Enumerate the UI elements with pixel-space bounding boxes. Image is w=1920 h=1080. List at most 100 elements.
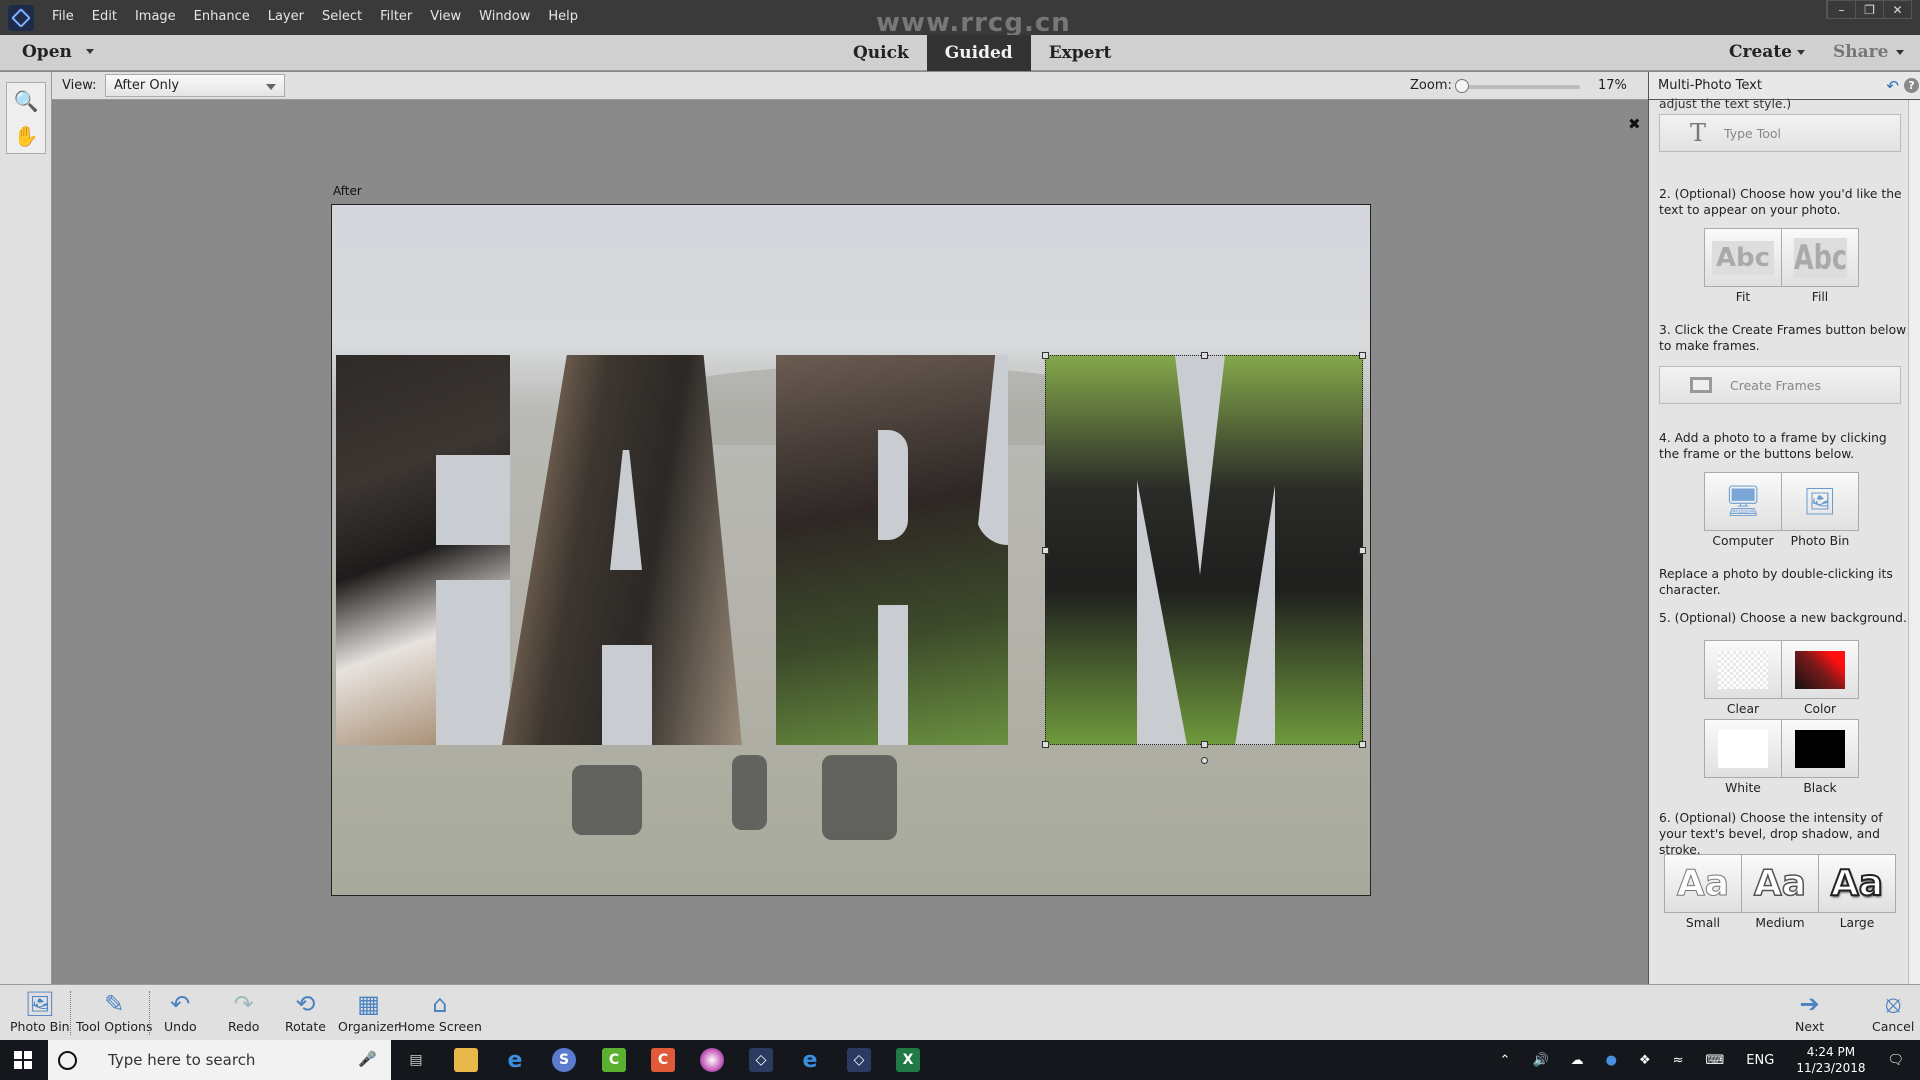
menu-filter[interactable]: Filter [380, 9, 412, 24]
photo-bin-toggle[interactable]: 🖼 Photo Bin [10, 989, 70, 1034]
menu-image[interactable]: Image [135, 9, 176, 24]
menu-edit[interactable]: Edit [92, 9, 117, 24]
transform-handle[interactable] [1359, 741, 1366, 748]
open-dropdown-icon[interactable] [86, 49, 94, 54]
language-indicator[interactable]: ENG [1746, 1053, 1774, 1068]
cancel-button[interactable]: ⦻ Cancel [1872, 989, 1914, 1034]
volume-icon[interactable]: 🔊 [1532, 1053, 1548, 1068]
rotate-button[interactable]: ⟲ Rotate [285, 989, 326, 1034]
tool-options-toggle[interactable]: ✎ Tool Options [76, 989, 152, 1034]
show-hidden-icons[interactable]: ⌃ [1500, 1053, 1511, 1068]
onedrive-icon[interactable]: ☁ [1571, 1053, 1584, 1068]
camtasia-green-icon[interactable]: C [602, 1048, 626, 1072]
letter-f-frame[interactable] [336, 355, 510, 745]
windows-start-icon[interactable] [14, 1051, 32, 1069]
menu-window[interactable]: Window [479, 9, 530, 24]
snagit-icon[interactable]: C [651, 1048, 675, 1072]
menu-enhance[interactable]: Enhance [194, 9, 250, 24]
menu-layer[interactable]: Layer [268, 9, 304, 24]
view-select[interactable]: After Only [105, 74, 285, 97]
edge-icon[interactable]: e [798, 1048, 822, 1073]
menu-file[interactable]: File [52, 9, 74, 24]
sync-icon[interactable]: ● [1606, 1053, 1617, 1068]
letter-r-frame[interactable] [776, 355, 1008, 745]
fit-button[interactable]: Abc [1704, 228, 1782, 287]
clock[interactable]: 4:24 PM 11/23/2018 [1796, 1044, 1865, 1076]
selection-bounding-box[interactable] [1042, 352, 1366, 764]
microphone-icon[interactable]: 🎤 [358, 1050, 377, 1068]
share-dropdown-icon[interactable] [1896, 50, 1904, 55]
bg-color-button[interactable] [1781, 640, 1859, 699]
fx-small-button[interactable]: Aa [1664, 854, 1742, 913]
fx-small-label: Small [1685, 916, 1721, 930]
next-button[interactable]: ➔ Next [1795, 989, 1824, 1034]
share-button[interactable]: Share [1833, 42, 1888, 62]
zoom-slider-track[interactable] [1457, 85, 1580, 89]
action-center-icon[interactable]: 🗨 [1887, 1053, 1904, 1068]
cow [822, 755, 897, 840]
app-icon[interactable] [700, 1048, 724, 1072]
bg-black-button[interactable] [1781, 719, 1859, 778]
tab-expert[interactable]: Expert [1031, 35, 1130, 71]
app-icon[interactable]: S [552, 1048, 576, 1072]
type-tool-button[interactable]: T Type Tool [1659, 114, 1901, 152]
help-icon[interactable]: ? [1904, 78, 1919, 93]
wifi-icon[interactable]: ≈ [1673, 1053, 1684, 1068]
zoom-slider-thumb[interactable] [1455, 79, 1469, 93]
reset-icon[interactable]: ↶ [1886, 77, 1899, 95]
fit-label: Fit [1735, 290, 1751, 304]
close-preview-icon[interactable]: ✖ [1628, 115, 1641, 133]
internet-explorer-icon[interactable]: e [503, 1048, 527, 1073]
home-screen-button[interactable]: ⌂ Home Screen [398, 989, 482, 1034]
open-button[interactable]: Open [22, 42, 72, 62]
create-frames-button[interactable]: Create Frames [1659, 366, 1901, 404]
tab-guided[interactable]: Guided [926, 35, 1031, 71]
menu-select[interactable]: Select [322, 9, 362, 24]
transform-handle[interactable] [1201, 741, 1208, 748]
fx-medium-button[interactable]: Aa [1741, 854, 1819, 913]
transform-handle[interactable] [1042, 741, 1049, 748]
letter-a-frame[interactable] [502, 355, 742, 745]
redo-button[interactable]: ↷ Redo [228, 989, 259, 1034]
transform-handle[interactable] [1042, 352, 1049, 359]
letter-r-gap [878, 430, 908, 540]
restore-button[interactable]: ❐ [1855, 1, 1883, 19]
transform-handle[interactable] [1359, 352, 1366, 359]
transform-handle[interactable] [1201, 352, 1208, 359]
photoshop-elements-editor-icon[interactable]: ◇ [847, 1048, 871, 1072]
minimize-button[interactable]: – [1827, 1, 1855, 19]
toolbox: 🔍 ✋ [0, 72, 52, 984]
photo-canvas[interactable] [331, 204, 1371, 896]
taskbar-search[interactable]: Type here to search 🎤 [48, 1040, 391, 1080]
create-button[interactable]: Create [1729, 42, 1792, 62]
system-tray: ⌃ 🔊 ☁ ● ❖ ≈ ⌨ ENG 4:24 PM 11/23/2018 🗨 [1500, 1040, 1920, 1080]
file-explorer-icon[interactable] [454, 1048, 478, 1072]
hand-tool-icon[interactable]: ✋ [7, 118, 45, 153]
fx-large-button[interactable]: Aa [1818, 854, 1896, 913]
photo-bin-icon: 🖼 [1803, 486, 1837, 517]
create-dropdown-icon[interactable] [1797, 50, 1805, 55]
transform-handle[interactable] [1042, 547, 1049, 554]
menu-view[interactable]: View [430, 9, 461, 24]
bg-clear-button[interactable] [1704, 640, 1782, 699]
close-window-button[interactable]: ✕ [1883, 1, 1911, 19]
task-view-icon[interactable]: ▤ [404, 1048, 428, 1072]
fill-button[interactable]: Abc [1781, 228, 1859, 287]
photoshop-elements-organizer-icon[interactable]: ◇ [749, 1048, 773, 1072]
photo-bin-button[interactable]: 🖼 [1781, 472, 1859, 531]
organizer-button[interactable]: ▦ Organizer [338, 989, 399, 1034]
menu-help[interactable]: Help [548, 9, 578, 24]
bg-white-button[interactable] [1704, 719, 1782, 778]
undo-button[interactable]: ↶ Undo [164, 989, 197, 1034]
dropbox-icon[interactable]: ❖ [1639, 1053, 1651, 1068]
excel-icon[interactable]: X [896, 1048, 920, 1072]
letter-a-gap [610, 450, 642, 570]
zoom-tool-icon[interactable]: 🔍 [7, 83, 45, 118]
computer-button[interactable]: 🖥 [1704, 472, 1782, 531]
white-swatch-icon [1718, 729, 1768, 768]
panel-scrollbar[interactable] [1908, 100, 1920, 984]
rotate-handle[interactable] [1201, 757, 1208, 764]
transform-handle[interactable] [1359, 547, 1366, 554]
tab-quick[interactable]: Quick [835, 35, 927, 71]
keyboard-icon[interactable]: ⌨ [1706, 1053, 1725, 1068]
